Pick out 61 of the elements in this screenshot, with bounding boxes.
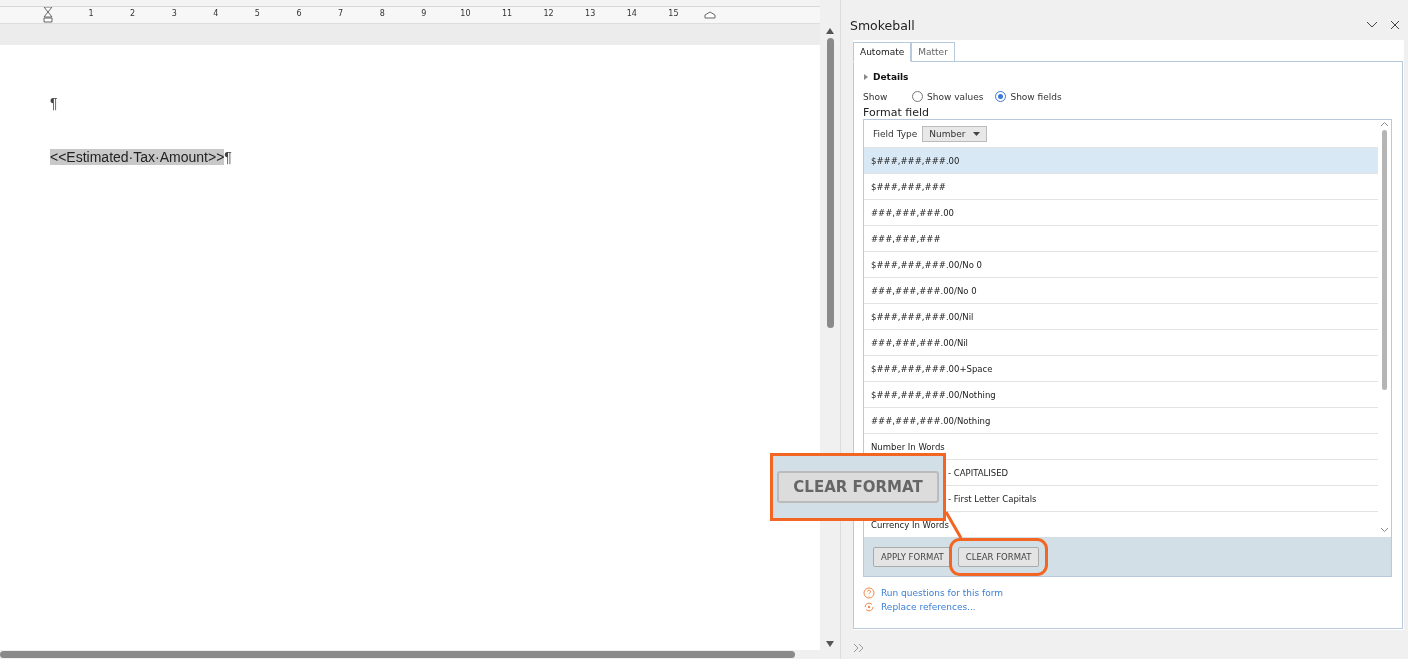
ruler-number: 6 <box>296 9 302 18</box>
paragraph-mark: ¶ <box>224 149 232 165</box>
apply-format-button[interactable]: APPLY FORMAT <box>873 546 952 567</box>
ruler-number: 7 <box>338 9 344 18</box>
scrollbar-thumb[interactable] <box>1382 130 1387 390</box>
radio-label[interactable]: Show fields <box>1010 91 1062 102</box>
ruler-number: 15 <box>668 9 679 18</box>
ruler-number: 3 <box>171 9 177 18</box>
chevron-down-icon[interactable] <box>1366 21 1378 29</box>
field-type-label: Field Type <box>873 128 918 139</box>
format-option[interactable]: ###,###,### <box>864 226 1378 252</box>
link[interactable]: Replace references... <box>881 602 976 612</box>
format-option[interactable]: $###,###,###.00/Nil <box>864 304 1378 330</box>
scroll-up-icon[interactable] <box>826 28 834 34</box>
ruler-number: 12 <box>543 9 554 18</box>
format-option[interactable]: $###,###,###.00 <box>864 148 1378 174</box>
clear-format-button[interactable]: CLEAR FORMAT <box>777 471 939 503</box>
refresh-icon <box>863 601 875 613</box>
ruler-number: 9 <box>421 9 427 18</box>
ruler-number: 5 <box>254 9 260 18</box>
format-option[interactable]: $###,###,###.00/No 0 <box>864 252 1378 278</box>
scroll-down-icon[interactable] <box>826 641 834 647</box>
ruler-number: 14 <box>626 9 637 18</box>
question-icon <box>863 587 875 599</box>
scroll-down-icon[interactable] <box>1381 528 1388 532</box>
merge-field: <<Estimated·Tax·Amount>> <box>50 149 225 165</box>
format-option[interactable]: ###,###,###.00/No 0 <box>864 278 1378 304</box>
close-icon[interactable] <box>1390 20 1400 30</box>
tab[interactable]: Automate <box>853 42 912 62</box>
radio-label[interactable]: Show values <box>927 91 984 102</box>
details-label[interactable]: Details <box>873 72 909 82</box>
format-option[interactable]: - CAPITALISED <box>948 467 1009 478</box>
ruler-number: 1 <box>88 9 94 18</box>
format-option[interactable]: - First Letter Capitals <box>948 493 1037 504</box>
link[interactable]: Run questions for this form <box>881 588 1004 598</box>
expand-arrow-icon[interactable] <box>863 74 869 80</box>
indent-marker-icon[interactable] <box>43 7 53 23</box>
format-option[interactable]: ###,###,###.00/Nil <box>864 330 1378 356</box>
format-option[interactable]: $###,###,###.00+Space <box>864 356 1378 382</box>
caret-icon[interactable] <box>973 131 981 136</box>
indent-marker-icon[interactable] <box>704 11 716 19</box>
expand-icon[interactable] <box>853 643 865 653</box>
field-type-dropdown[interactable]: Number <box>922 125 988 142</box>
show-label: Show <box>863 91 889 102</box>
ruler-number: 13 <box>585 9 596 18</box>
format-option[interactable]: $###,###,### <box>864 174 1378 200</box>
ruler-number: 8 <box>379 9 385 18</box>
format-option[interactable]: $###,###,###.00/Nothing <box>864 382 1378 408</box>
tab[interactable]: Matter <box>911 42 955 61</box>
ruler-number: 11 <box>501 9 513 18</box>
format-option[interactable]: ###,###,###.00/Nothing <box>864 408 1378 434</box>
ruler-number: 10 <box>460 9 471 18</box>
scroll-up-icon[interactable] <box>1381 120 1388 128</box>
ruler-number: 4 <box>213 9 219 18</box>
scrollbar-thumb[interactable] <box>826 38 834 328</box>
format-option[interactable]: ###,###,###.00 <box>864 200 1378 226</box>
scrollbar-thumb[interactable] <box>0 651 795 658</box>
panel-title: Smokeball <box>850 17 916 33</box>
section-title: Format field <box>863 106 930 119</box>
ruler-number: 2 <box>130 9 136 18</box>
paragraph-mark: ¶ <box>50 95 58 111</box>
